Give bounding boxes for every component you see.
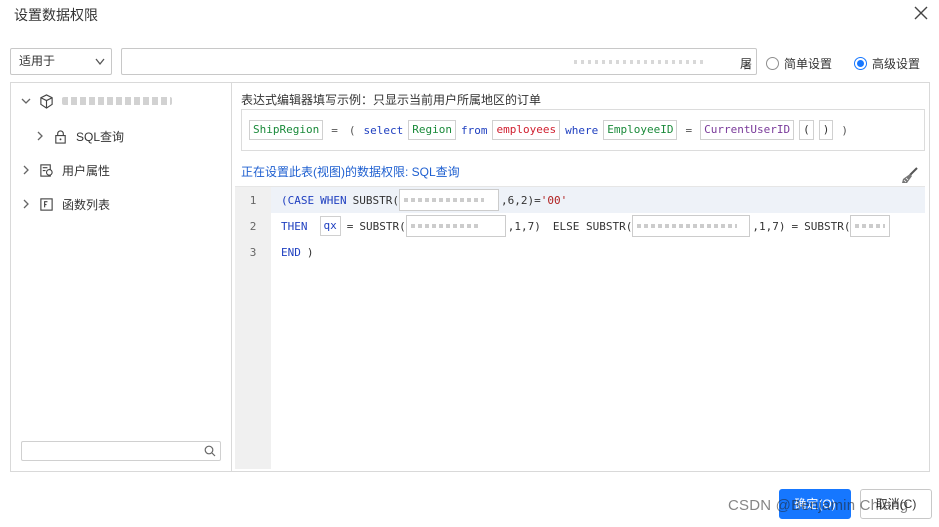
code-token: ,6,2)=: [500, 193, 541, 207]
lock-icon: [55, 129, 66, 144]
code-token: =: [346, 219, 354, 233]
chevron-right-icon[interactable]: [21, 199, 31, 209]
code-line-2: THEN qx = SUBSTR( ,1,7) ELSE SUBSTR( ,1,…: [281, 215, 891, 237]
tree-item-label: 用户属性: [62, 163, 111, 178]
code-token: END: [281, 245, 301, 259]
example-token: from: [460, 123, 488, 137]
expression-field[interactable]: 屠: [121, 48, 757, 75]
radio-label: 高级设置: [872, 57, 921, 71]
tree-item-function-list[interactable]: 函数列表: [21, 194, 110, 214]
example-token: ): [841, 123, 849, 137]
close-icon[interactable]: [911, 3, 931, 23]
function-list-icon: [40, 197, 53, 211]
setting-label: 正在设置此表(视图)的数据权限: SQL查询: [241, 165, 460, 179]
code-token: ELSE SUBSTR(: [552, 219, 633, 233]
code-token: '00': [540, 193, 568, 207]
editor-panel: 表达式编辑器填写示例：只显示当前用户所属地区的订单 ShipRegion = (…: [233, 83, 929, 471]
tree-item-label: SQL查询: [76, 129, 125, 144]
radio-dot[interactable]: [766, 57, 779, 70]
chevron-down-icon[interactable]: [21, 96, 31, 106]
code-token: =: [791, 219, 799, 233]
masked-field-chip: [632, 215, 751, 237]
example-token: EmployeeID: [603, 120, 678, 140]
radio-simple-setting[interactable]: 简单设置: [766, 55, 832, 72]
code-token: ,1,7): [752, 219, 786, 233]
tree-search-input[interactable]: [21, 441, 221, 461]
code-token: ): [306, 245, 314, 259]
tree-item-table[interactable]: [21, 91, 172, 111]
chevron-right-icon[interactable]: [35, 131, 45, 141]
masked-expression: [574, 60, 704, 64]
cube-icon: [40, 93, 53, 109]
brush-icon[interactable]: [901, 167, 919, 185]
line-number: 3: [249, 246, 257, 259]
line-number: 1: [249, 194, 257, 207]
code-token: THEN: [281, 219, 308, 233]
chevron-down-icon: [95, 58, 105, 66]
scope-select-value: 适用于: [19, 54, 56, 68]
masked-field-chip: [398, 189, 499, 211]
masked-field-chip: [405, 215, 506, 237]
code-token: SUBSTR(: [804, 219, 851, 233]
example-token: employees: [492, 120, 561, 140]
code-token: WHEN: [320, 193, 347, 207]
line-number-gutter: 1 2 3: [235, 187, 271, 469]
radio-advanced-setting[interactable]: 高级设置: [854, 55, 920, 72]
chevron-right-icon[interactable]: [21, 165, 31, 175]
tree-item-label: 函数列表: [62, 197, 111, 212]
example-token: where: [565, 123, 599, 137]
expression-tail: 屠: [739, 57, 752, 71]
code-token: qx: [319, 216, 341, 236]
user-attr-icon: [40, 163, 53, 177]
code-token: SUBSTR(: [359, 219, 406, 233]
code-token: SUBSTR(: [352, 193, 399, 207]
example-token: select: [363, 123, 404, 137]
example-expression: ShipRegion = ( select Region from employ…: [241, 109, 925, 151]
sql-code-editor[interactable]: 1 2 3 (CASE WHEN SUBSTR( ,6,2)= '00' THE…: [235, 186, 925, 469]
editor-hint: 表达式编辑器填写示例：只显示当前用户所属地区的订单: [241, 93, 542, 107]
scope-select[interactable]: 适用于: [10, 48, 112, 75]
example-token: (: [348, 123, 356, 137]
search-icon[interactable]: [204, 445, 216, 457]
tree-panel: SQL查询 用户属性 函数列表: [11, 83, 232, 471]
example-token: ): [818, 120, 834, 140]
example-token: =: [685, 123, 693, 137]
code-token: ,1,7): [507, 219, 541, 233]
code-token: (CASE: [281, 193, 315, 207]
code-line-1: (CASE WHEN SUBSTR( ,6,2)= '00': [281, 189, 567, 211]
main-panel: SQL查询 用户属性 函数列表 表达式编辑器填写示例：只显示当前用户所属地区的订…: [10, 82, 930, 472]
watermark: CSDN @Benjamin Chiang: [728, 497, 909, 514]
example-token: =: [331, 123, 338, 137]
radio-dot[interactable]: [854, 57, 867, 70]
example-token: ShipRegion: [249, 120, 324, 140]
line-number: 2: [249, 220, 257, 233]
radio-label: 简单设置: [784, 57, 833, 71]
example-token: Region: [408, 120, 456, 140]
masked-field-chip: [850, 215, 891, 237]
tree-item-user-attributes[interactable]: 用户属性: [21, 160, 110, 180]
example-token: CurrentUserID: [700, 120, 795, 140]
dialog-title: 设置数据权限: [14, 7, 98, 23]
masked-table-name: [62, 97, 172, 105]
tree-item-sql-query[interactable]: SQL查询: [35, 126, 124, 146]
code-line-3: END ): [281, 241, 314, 263]
example-token: (: [799, 120, 814, 140]
